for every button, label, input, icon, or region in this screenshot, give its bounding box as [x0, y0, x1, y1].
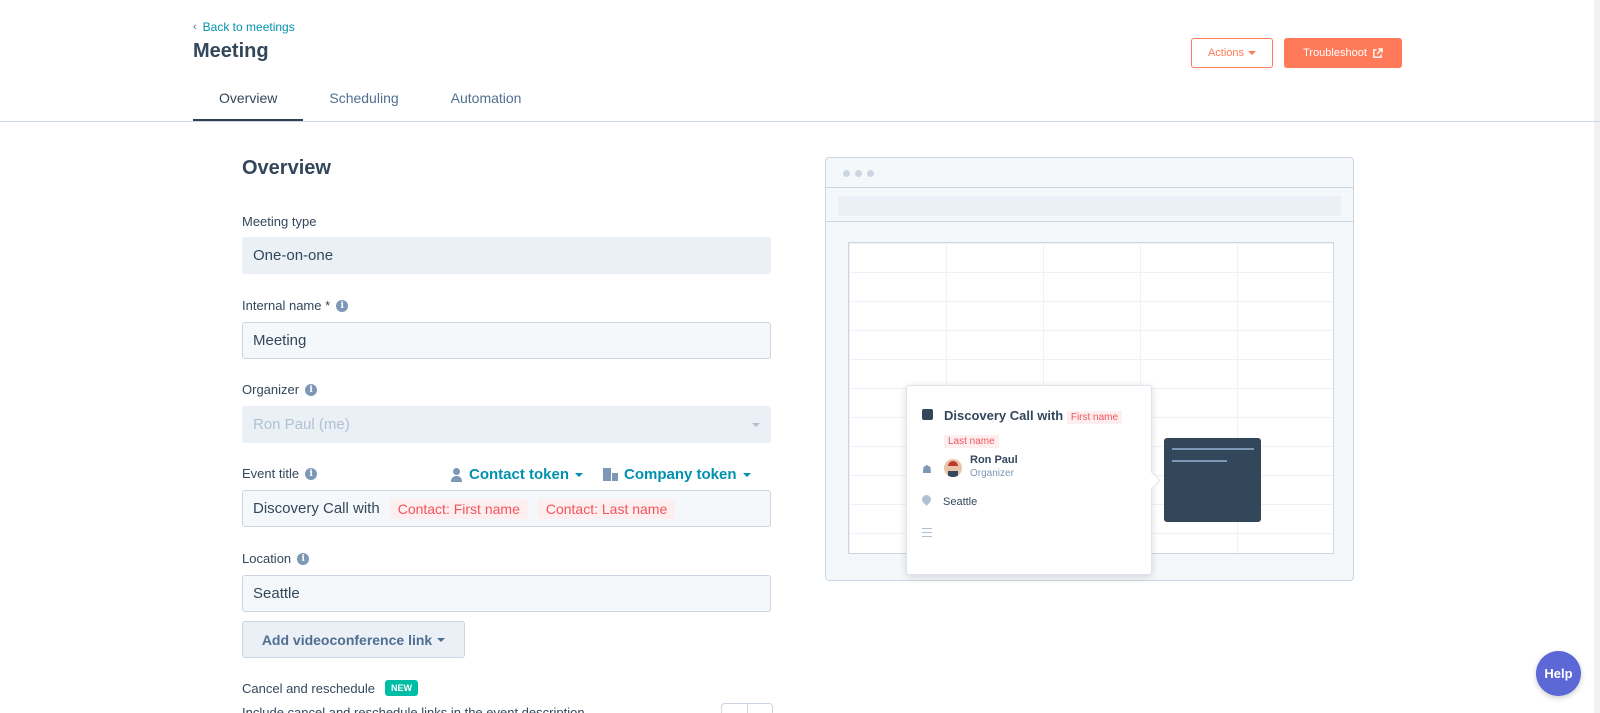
internal-name-input[interactable]: Meeting — [242, 322, 771, 359]
caret-down-icon — [752, 422, 760, 427]
event-title-input[interactable]: Discovery Call with Contact: First name … — [242, 490, 771, 527]
actions-button[interactable]: Actions — [1191, 38, 1273, 68]
tabs-divider — [0, 121, 1600, 122]
window-dot-icon — [843, 170, 850, 177]
event-title-prefix: Discovery Call with — [253, 500, 380, 517]
organizer-label-text: Organizer — [242, 382, 300, 397]
internal-name-label-text: Internal name * — [242, 298, 331, 313]
description-icon — [922, 528, 932, 540]
preview-event-title: Discovery Call with First name Last name — [944, 405, 1144, 453]
tab-scheduling[interactable]: Scheduling — [303, 80, 424, 122]
cancel-reschedule-help: Include cancel and reschedule links in t… — [242, 705, 585, 713]
preview-organizer-name: Ron Paul — [970, 454, 1018, 466]
preview-token-last: Last name — [944, 435, 999, 448]
cancel-reschedule-label-text: Cancel and reschedule — [242, 680, 375, 696]
page-title: Meeting — [193, 40, 269, 62]
preview-busy-block — [1164, 438, 1261, 522]
window-dot-icon — [855, 170, 862, 177]
location-label: Location i — [242, 551, 310, 566]
preview-calendar-grid: Discovery Call with First name Last name… — [848, 242, 1334, 575]
avatar — [944, 459, 962, 477]
organizer-value: Ron Paul (me) — [253, 416, 350, 433]
help-button[interactable]: Help — [1536, 651, 1581, 696]
add-videoconference-button[interactable]: Add videoconference link — [242, 621, 465, 658]
event-color-icon — [922, 409, 933, 420]
meeting-type-field: One-on-one — [242, 237, 771, 274]
troubleshoot-label: Troubleshoot — [1303, 47, 1367, 59]
preview-title-text: Discovery Call with — [944, 408, 1064, 423]
back-to-meetings-link[interactable]: ‹ Back to meetings — [193, 20, 295, 34]
token-first-name[interactable]: Contact: First name — [389, 498, 528, 519]
internal-name-label: Internal name * i — [242, 298, 349, 313]
preview-window-bar — [826, 158, 1353, 188]
meeting-type-label-text: Meeting type — [242, 214, 317, 229]
section-title: Overview — [242, 157, 331, 179]
meeting-page: ‹ Back to meetings Meeting Actions Troub… — [0, 0, 1600, 713]
window-dot-icon — [867, 170, 874, 177]
back-link-label: Back to meetings — [202, 20, 295, 34]
videoconference-label: Add videoconference link — [261, 631, 433, 648]
tab-bar: Overview Scheduling Automation — [193, 80, 547, 122]
caret-down-icon — [742, 472, 751, 477]
preview-address-bar — [838, 196, 1341, 216]
actions-label: Actions — [1207, 47, 1245, 59]
preview-divider — [826, 221, 1353, 222]
info-icon[interactable]: i — [305, 383, 318, 396]
token-last-name[interactable]: Contact: Last name — [537, 498, 676, 519]
location-label-text: Location — [242, 551, 292, 566]
tab-overview[interactable]: Overview — [193, 80, 304, 122]
caret-down-icon — [437, 637, 446, 642]
company-token-dropdown[interactable]: Company token — [603, 466, 751, 483]
tab-automation[interactable]: Automation — [425, 80, 548, 122]
preview-organizer-role: Organizer — [970, 468, 1014, 479]
event-title-label: Event title i — [242, 466, 318, 481]
organizer-label: Organizer i — [242, 382, 318, 397]
info-icon[interactable]: i — [297, 552, 310, 565]
external-link-icon — [1373, 47, 1383, 58]
caret-down-icon — [575, 472, 584, 477]
new-badge: NEW — [384, 680, 418, 696]
attendees-icon: ☗ — [922, 464, 932, 476]
cancel-reschedule-toggle[interactable] — [721, 703, 773, 713]
chevron-left-icon: ‹ — [193, 21, 197, 33]
troubleshoot-button[interactable]: Troubleshoot — [1284, 38, 1402, 68]
location-pin-icon — [920, 493, 933, 506]
scrollbar[interactable] — [1594, 0, 1600, 713]
company-icon — [603, 468, 619, 481]
caret-down-icon — [1248, 51, 1257, 55]
event-preview: Discovery Call with First name Last name… — [825, 157, 1354, 581]
preview-location: Seattle — [943, 496, 978, 508]
company-token-label: Company token — [624, 466, 737, 483]
contact-token-dropdown[interactable]: Contact token — [450, 466, 584, 483]
meeting-type-label: Meeting type — [242, 214, 316, 229]
organizer-select: Ron Paul (me) — [242, 406, 771, 443]
location-input[interactable]: Seattle — [242, 575, 771, 612]
contact-icon — [450, 467, 463, 482]
cancel-reschedule-label: Cancel and reschedule NEW — [242, 680, 418, 696]
event-title-label-text: Event title — [242, 466, 300, 481]
contact-token-label: Contact token — [469, 466, 570, 483]
token-links: Contact token Company token — [450, 466, 751, 483]
preview-token-first: First name — [1066, 411, 1123, 424]
preview-event-card: Discovery Call with First name Last name… — [906, 385, 1152, 575]
info-icon[interactable]: i — [336, 299, 349, 312]
info-icon[interactable]: i — [305, 467, 318, 480]
